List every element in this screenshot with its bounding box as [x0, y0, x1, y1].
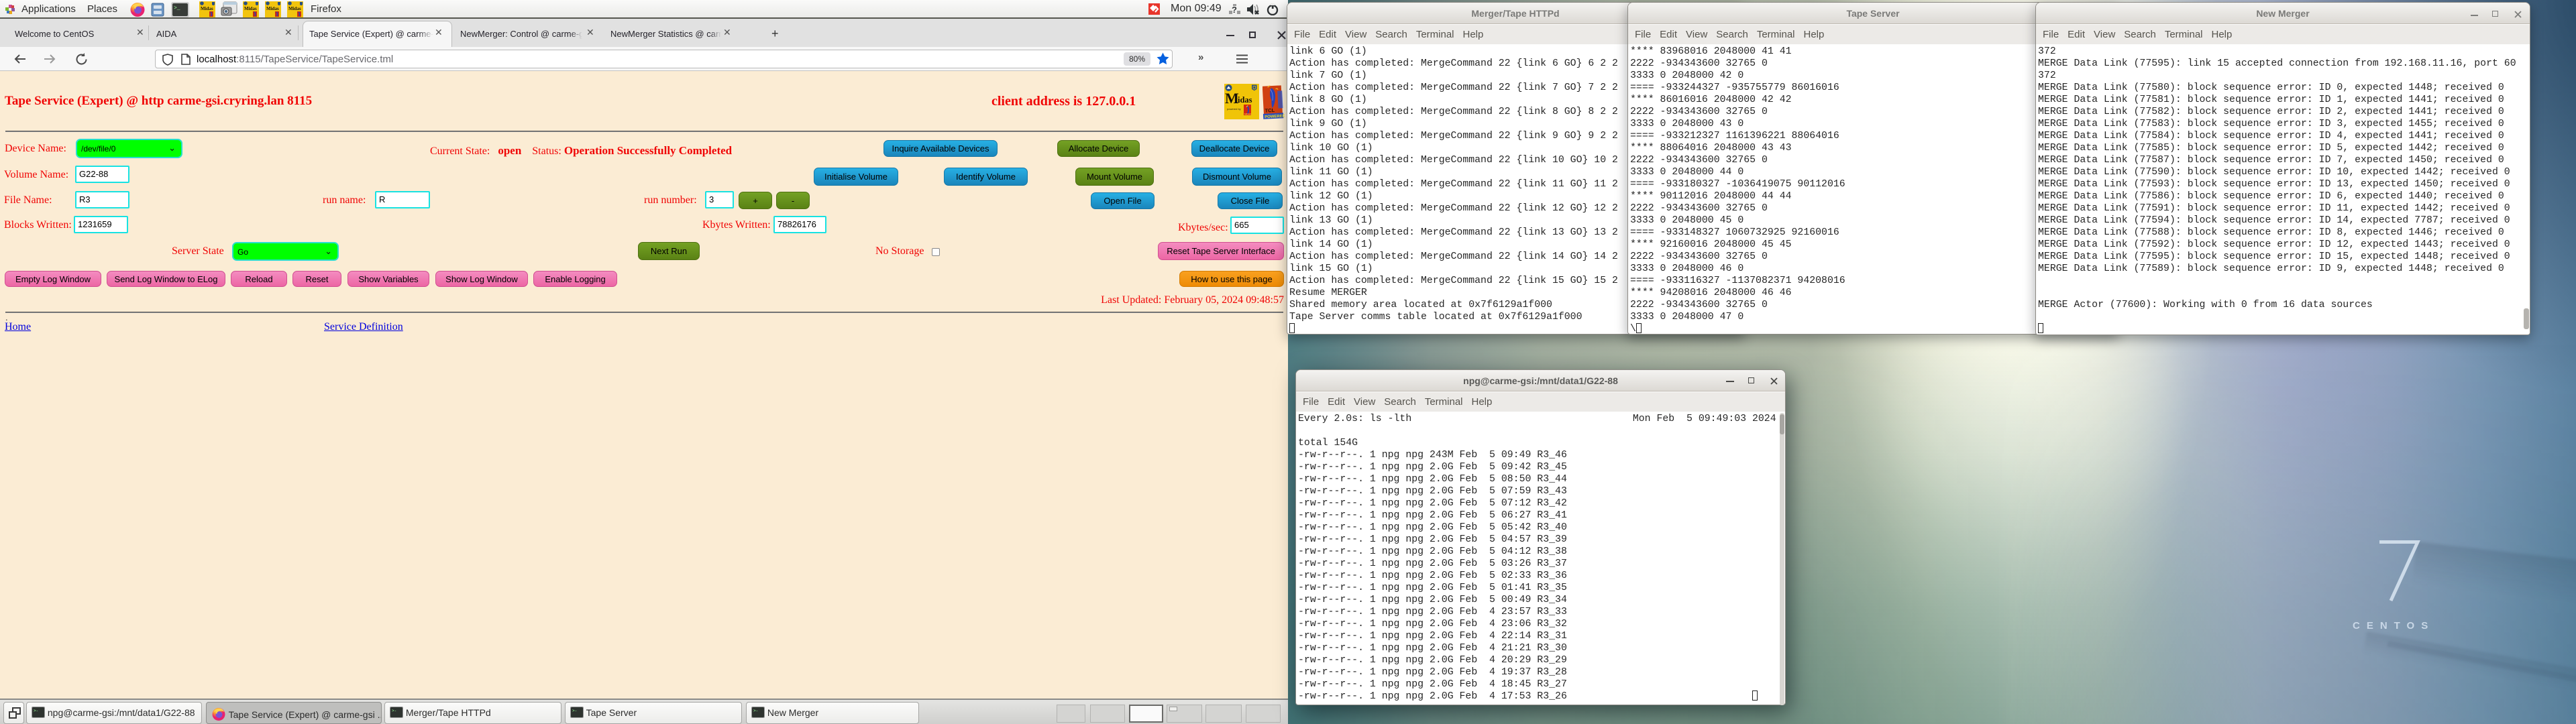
svg-text:>-: >-: [34, 709, 38, 713]
svg-text:TCL: TCL: [1265, 107, 1275, 114]
svg-text:>_: >_: [174, 5, 180, 11]
svg-text:Midas: Midas: [244, 6, 257, 11]
svg-text:>-: >-: [392, 709, 396, 713]
svg-text:POWERED: POWERED: [1265, 115, 1285, 120]
svg-text:Midas: Midas: [201, 6, 213, 11]
svg-text:>-: >-: [572, 709, 577, 713]
svg-text:powered by: powered by: [1227, 107, 1241, 111]
svg-text:Midas: Midas: [266, 6, 279, 11]
svg-text:MIDAS: MIDAS: [1244, 113, 1251, 116]
svg-text:M: M: [1225, 90, 1239, 107]
svg-text:idas: idas: [1238, 95, 1252, 105]
svg-text:>-: >-: [753, 709, 758, 713]
svg-text:Midas: Midas: [288, 6, 301, 11]
svg-text:?: ?: [1232, 5, 1237, 15]
